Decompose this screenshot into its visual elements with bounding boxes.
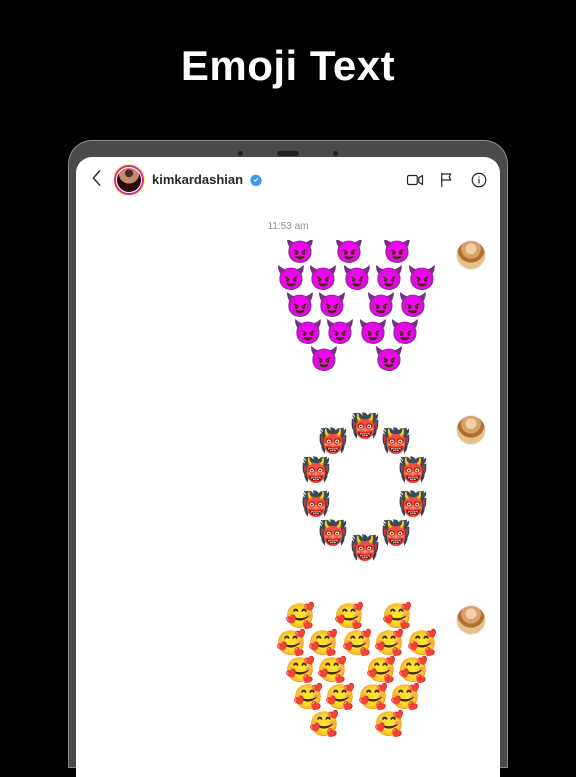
emoji-glyph: 😈 <box>308 267 338 291</box>
device-sensors <box>76 148 500 157</box>
emoji-glyph: 👹 <box>398 493 428 517</box>
header-actions <box>406 171 488 189</box>
emoji-glyph: 😈 <box>276 267 306 291</box>
emoji-glyph: 🥰 <box>309 713 339 737</box>
sensor-dot <box>333 151 338 156</box>
emoji-glyph: 😈 <box>334 240 364 264</box>
emoji-letter-w: 😈😈😈😈😈😈😈😈😈😈😈😈😈😈😈😈😈😈 <box>276 240 446 370</box>
back-chevron-icon[interactable] <box>88 169 106 191</box>
username-row[interactable]: kimkardashian <box>152 171 262 189</box>
emoji-glyph: 😈 <box>309 348 339 372</box>
emoji-glyph: 🥰 <box>325 686 355 710</box>
emoji-glyph: 🥰 <box>285 605 315 629</box>
emoji-glyph: 😈 <box>293 321 323 345</box>
emoji-glyph: 🥰 <box>390 686 420 710</box>
video-icon[interactable] <box>406 171 424 189</box>
emoji-glyph: 😈 <box>382 240 412 264</box>
emoji-glyph: 😈 <box>374 348 404 372</box>
profile-avatar[interactable] <box>116 167 142 193</box>
verified-badge-icon <box>250 174 262 186</box>
emoji-letter-o: 👹👹👹👹👹👹👹👹👹👹 <box>296 415 446 565</box>
sender-avatar[interactable] <box>456 605 486 635</box>
sensor-dot <box>238 151 243 156</box>
emoji-glyph: 🥰 <box>382 605 412 629</box>
emoji-message: 👹👹👹👹👹👹👹👹👹👹 <box>296 415 486 565</box>
emoji-glyph: 🥰 <box>398 659 428 683</box>
emoji-glyph: 😈 <box>407 267 437 291</box>
emoji-glyph: 🥰 <box>358 686 388 710</box>
emoji-glyph: 😈 <box>317 294 347 318</box>
emoji-glyph: 😈 <box>358 321 388 345</box>
emoji-glyph: 👹 <box>350 537 380 561</box>
speaker-slot <box>277 151 299 156</box>
info-icon[interactable] <box>470 171 488 189</box>
emoji-glyph: 👹 <box>318 522 348 546</box>
emoji-glyph: 🥰 <box>374 713 404 737</box>
chat-timestamp: 11:53 am <box>76 221 500 232</box>
emoji-glyph: 👹 <box>381 522 411 546</box>
emoji-glyph: 🥰 <box>334 605 364 629</box>
sender-avatar[interactable] <box>456 240 486 270</box>
emoji-glyph: 👹 <box>350 415 380 439</box>
emoji-glyph: 🥰 <box>374 632 404 656</box>
emoji-glyph: 😈 <box>374 267 404 291</box>
screen: kimkardashian 11:53 am 😈😈😈😈😈😈😈😈😈 <box>76 157 500 777</box>
emoji-glyph: 🥰 <box>317 659 347 683</box>
emoji-message: 😈😈😈😈😈😈😈😈😈😈😈😈😈😈😈😈😈😈 <box>276 240 486 370</box>
dm-header: kimkardashian <box>76 157 500 203</box>
emoji-glyph: 🥰 <box>293 686 323 710</box>
flag-icon[interactable] <box>438 171 456 189</box>
emoji-glyph: 👹 <box>301 459 331 483</box>
emoji-glyph: 👹 <box>318 430 348 454</box>
tablet-frame: kimkardashian 11:53 am 😈😈😈😈😈😈😈😈😈 <box>68 140 508 768</box>
chat-body: 😈😈😈😈😈😈😈😈😈😈😈😈😈😈😈😈😈😈👹👹👹👹👹👹👹👹👹👹🥰🥰🥰🥰🥰🥰🥰🥰🥰🥰🥰🥰… <box>76 240 500 774</box>
emoji-glyph: 🥰 <box>342 632 372 656</box>
emoji-glyph: 🥰 <box>276 632 306 656</box>
emoji-glyph: 😈 <box>398 294 428 318</box>
emoji-glyph: 😈 <box>390 321 420 345</box>
promo-title: Emoji Text <box>0 0 576 90</box>
emoji-glyph: 😈 <box>342 267 372 291</box>
emoji-message: 🥰🥰🥰🥰🥰🥰🥰🥰🥰🥰🥰🥰🥰🥰🥰🥰🥰🥰 <box>276 605 486 735</box>
emoji-glyph: 🥰 <box>285 659 315 683</box>
emoji-glyph: 😈 <box>366 294 396 318</box>
emoji-glyph: 😈 <box>285 294 315 318</box>
username-label: kimkardashian <box>152 172 243 187</box>
emoji-glyph: 😈 <box>325 321 355 345</box>
sender-avatar[interactable] <box>456 415 486 445</box>
emoji-glyph: 🥰 <box>366 659 396 683</box>
emoji-glyph: 👹 <box>398 459 428 483</box>
emoji-glyph: 😈 <box>285 240 315 264</box>
emoji-glyph: 👹 <box>301 493 331 517</box>
emoji-glyph: 👹 <box>381 430 411 454</box>
emoji-letter-w: 🥰🥰🥰🥰🥰🥰🥰🥰🥰🥰🥰🥰🥰🥰🥰🥰🥰🥰 <box>276 605 446 735</box>
emoji-glyph: 🥰 <box>407 632 437 656</box>
emoji-glyph: 🥰 <box>308 632 338 656</box>
